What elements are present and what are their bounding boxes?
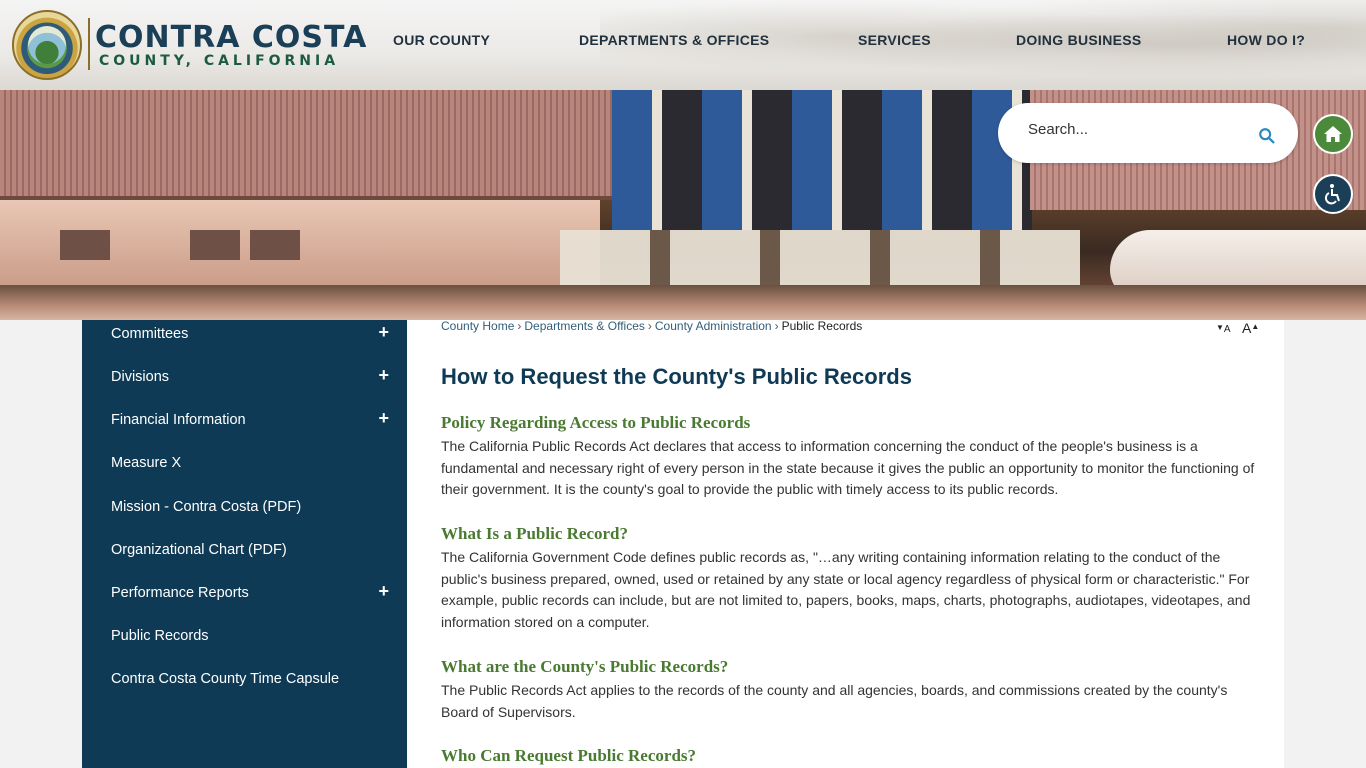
sidebar-item-label: Contra Costa County Time Capsule [111,671,340,687]
sidebar-item-divisions[interactable]: Divisions + [111,365,401,395]
breadcrumb-separator: › [647,319,652,333]
sidebar-item-committees[interactable]: Committees + [111,322,401,352]
expand-icon[interactable]: + [378,408,389,429]
nav-how-do-i[interactable]: HOW DO I? [1227,32,1305,48]
sidebar-item-mission[interactable]: Mission - Contra Costa (PDF) [111,495,401,525]
breadcrumb-separator: › [774,319,779,333]
banner-docked-boats [560,230,1080,290]
nav-our-county[interactable]: OUR COUNTY [393,32,490,48]
section-heading-what-is-public-record: What Is a Public Record? [441,524,628,543]
search-icon[interactable] [1258,127,1276,145]
expand-icon[interactable]: + [378,365,389,386]
sidebar-item-label: Committees [111,326,189,342]
banner-roof-left [0,90,612,200]
home-icon [1324,126,1342,142]
sidebar-item-label: Mission - Contra Costa (PDF) [111,499,302,515]
increase-font-button[interactable]: A▲ [1242,320,1259,336]
sidebar-item-label: Organizational Chart (PDF) [111,542,287,558]
brand-subtitle[interactable]: COUNTY, CALIFORNIA [99,53,339,69]
breadcrumb-separator: › [517,319,522,333]
nav-services[interactable]: SERVICES [858,32,931,48]
sidebar-item-performance-reports[interactable]: Performance Reports + [111,581,401,611]
sidebar-item-label: Financial Information [111,412,246,428]
search-input[interactable] [1028,121,1248,138]
decrease-font-button[interactable]: ▼A [1216,320,1231,335]
sidebar-item-organizational-chart[interactable]: Organizational Chart (PDF) [111,538,401,568]
caret-up-icon: ▲ [1251,322,1260,331]
banner-window [190,230,240,260]
breadcrumb-current: Public Records [781,319,863,333]
nav-departments-offices[interactable]: DEPARTMENTS & OFFICES [579,32,769,48]
sidebar-item-measure-x[interactable]: Measure X [111,451,401,481]
home-button[interactable] [1313,114,1353,154]
breadcrumb-county-home[interactable]: County Home [441,319,514,333]
page-title: How to Request the County's Public Recor… [441,364,912,389]
expand-icon[interactable]: + [378,322,389,343]
sidebar-item-label: Measure X [111,455,182,471]
search-bar [998,103,1298,163]
brand-title[interactable]: CONTRA COSTA [95,20,367,55]
sidebar-item-public-records[interactable]: Public Records [111,624,401,654]
banner-water [0,285,1366,320]
breadcrumb-county-administration[interactable]: County Administration [655,319,772,333]
logo-divider [88,18,90,70]
banner-window [250,230,300,260]
increase-font-label: A [1242,320,1252,336]
breadcrumb-departments-offices[interactable]: Departments & Offices [524,319,645,333]
site-header: CONTRA COSTA COUNTY, CALIFORNIA OUR COUN… [0,0,1366,90]
county-seal-logo[interactable] [12,10,82,80]
sidebar-item-label: Public Records [111,628,209,644]
banner-window [60,230,110,260]
expand-icon[interactable]: + [378,581,389,602]
sidebar-item-time-capsule[interactable]: Contra Costa County Time Capsule [111,667,401,697]
section-body-county-records: The Public Records Act applies to the re… [441,682,1228,720]
nav-doing-business[interactable]: DOING BUSINESS [1016,32,1142,48]
section-heading-policy: Policy Regarding Access to Public Record… [441,413,751,432]
accessibility-button[interactable] [1313,174,1353,214]
section-body-policy: The California Public Records Act declar… [441,438,1255,498]
sidebar-item-financial-information[interactable]: Financial Information + [111,408,401,438]
caret-down-icon: ▼ [1216,323,1224,332]
sidebar-item-label: Performance Reports [111,585,249,601]
sidebar-nav: Committees + Divisions + Financial Infor… [82,320,407,768]
sidebar-item-label: Divisions [111,369,170,385]
accessibility-icon [1324,184,1340,205]
section-heading-who-can-request: Who Can Request Public Records? [441,746,697,765]
breadcrumb: County Home › Departments & Offices › County… [441,319,862,333]
banner-boat-sheds [612,90,1032,230]
section-heading-county-records: What are the County's Public Records? [441,657,729,676]
decrease-font-label: A [1223,324,1231,335]
section-body-what-is-public-record: The California Government Code defines p… [441,549,1251,630]
